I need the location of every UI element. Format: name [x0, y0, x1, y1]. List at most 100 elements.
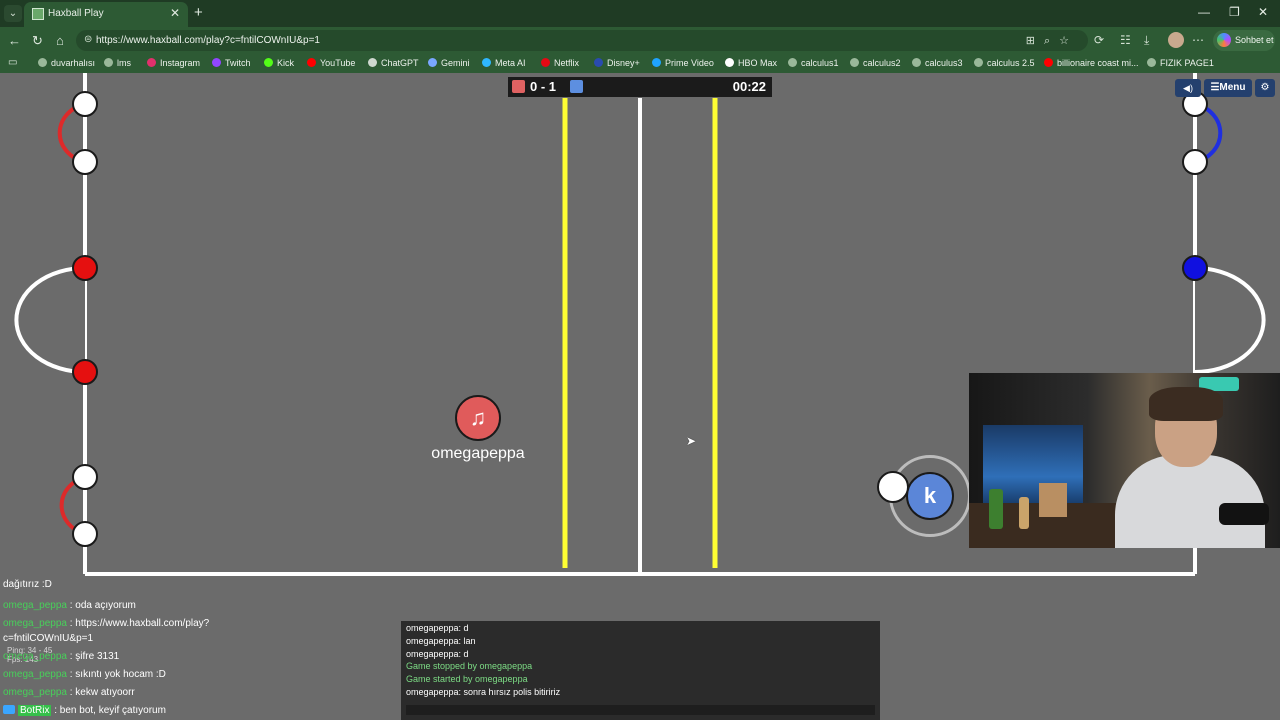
prime-video-icon — [652, 58, 661, 67]
close-tab-icon[interactable]: ✕ — [170, 6, 180, 20]
youtube-icon — [1044, 58, 1053, 67]
globe-icon — [1147, 58, 1156, 67]
tab-title: Haxball Play — [48, 8, 104, 19]
tab-haxball[interactable]: Haxball Play ✕ — [24, 2, 188, 27]
blue-player-disc: k — [906, 472, 954, 520]
post-white-1 — [72, 91, 98, 117]
chat-message: omega_peppa : kekw atıyoorr — [3, 687, 135, 698]
blue-team-icon — [570, 80, 583, 93]
post-white-2 — [72, 149, 98, 175]
maximize-icon[interactable]: ❐ — [1229, 5, 1240, 19]
red-player-disc: ♫ — [455, 395, 501, 441]
webcam-body — [1115, 455, 1265, 548]
bot-badge-icon — [3, 705, 15, 714]
webcam-microphone — [1219, 503, 1269, 525]
chat-message: BotRix : ben bot, keyif çatıyorum — [3, 705, 166, 716]
score-text: 0 - 1 — [530, 79, 557, 94]
chat-message: dağıtırız :D — [3, 579, 52, 590]
bookmark-youtube[interactable]: YouTube — [307, 58, 355, 68]
globe-icon — [850, 58, 859, 67]
settings-gear-icon[interactable]: ⚙ — [1255, 79, 1275, 97]
bookmark-disney[interactable]: Disney+ — [594, 58, 640, 68]
chat-message: omega_peppa : oda açıyorum — [3, 600, 136, 611]
kick-icon — [264, 58, 273, 67]
disney-icon — [594, 58, 603, 67]
game-chat-message: omegapeppa: lan — [406, 636, 476, 646]
more-options-icon[interactable]: ⋯ — [1192, 33, 1204, 47]
ball — [877, 471, 909, 503]
bookmark-calculus-2-5[interactable]: calculus 2.5 — [974, 58, 1035, 68]
reload-icon[interactable]: ↻ — [32, 33, 43, 49]
bookmark-calculus2[interactable]: calculus2 — [850, 58, 901, 68]
copilot-button[interactable]: Sohbet et — [1213, 30, 1275, 51]
gemini-icon — [428, 58, 437, 67]
globe-icon — [104, 58, 113, 67]
profile-avatar[interactable] — [1168, 32, 1184, 48]
back-icon[interactable]: ← — [8, 33, 21, 48]
bookmark-prime-video[interactable]: Prime Video — [652, 58, 714, 68]
game-chat-input[interactable] — [406, 705, 875, 715]
downloads-icon[interactable]: ⤓ — [1144, 33, 1149, 48]
webcam-box — [1039, 483, 1067, 517]
bookmark-twitch[interactable]: Twitch — [212, 58, 251, 68]
bookmark-duvarhalisi[interactable]: duvarhalısı — [38, 58, 95, 68]
game-chat-panel: omegapeppa: d omegapeppa: lan omegapeppa… — [401, 621, 880, 720]
bookmark-netflix[interactable]: Netflix — [541, 58, 579, 68]
globe-icon — [974, 58, 983, 67]
bookmark-kick[interactable]: Kick — [264, 58, 294, 68]
mouse-cursor-icon: ➤ — [686, 434, 697, 448]
twitch-icon — [212, 58, 221, 67]
site-info-icon[interactable]: ⊜ — [84, 34, 92, 45]
bookmark-hbo-max[interactable]: HBO Max — [725, 58, 777, 68]
url-field[interactable]: ⊜ https://www.haxball.com/play?c=fntilCO… — [76, 30, 1088, 51]
bookmark-calculus3[interactable]: calculus3 — [912, 58, 963, 68]
chatgpt-icon — [368, 58, 377, 67]
hbo-max-icon — [725, 58, 734, 67]
bookmark-calculus1[interactable]: calculus1 — [788, 58, 839, 68]
url-actions-icons[interactable]: ⊞⌕☆ — [1026, 34, 1078, 48]
webcam-hair — [1149, 387, 1223, 421]
favorites-icon[interactable]: ☷ — [1120, 33, 1131, 47]
menu-button[interactable]: ☰Menu — [1204, 79, 1252, 97]
home-icon[interactable]: ⌂ — [56, 33, 64, 48]
bookmarks-bar: ▭ duvarhalısı lms Instagram Twitch Kick … — [0, 54, 1280, 73]
globe-icon — [788, 58, 797, 67]
extensions-icon[interactable]: ⟳ — [1094, 33, 1104, 47]
chat-message: c=fntilCOWnIU&p=1 — [3, 633, 94, 644]
globe-icon — [38, 58, 47, 67]
copilot-icon — [1217, 33, 1231, 47]
game-chat-system-message: Game started by omegapeppa — [406, 674, 528, 684]
bookmark-billionaire-coast[interactable]: billionaire coast mi... — [1044, 58, 1139, 68]
bookmark-chatgpt[interactable]: ChatGPT — [368, 58, 419, 68]
minimize-icon[interactable]: — — [1198, 5, 1210, 19]
post-white-4 — [72, 521, 98, 547]
red-team-icon — [512, 80, 525, 93]
game-chat-system-message: Game stopped by omegapeppa — [406, 661, 533, 671]
red-player-name: omegapeppa — [431, 445, 525, 462]
game-chat-message: omegapeppa: sonra hırsız polis bitiririz — [406, 687, 561, 697]
match-timer: 00:22 — [732, 79, 766, 94]
netflix-icon — [541, 58, 550, 67]
bookmark-meta-ai[interactable]: Meta AI — [482, 58, 526, 68]
url-text: https://www.haxball.com/play?c=fntilCOWn… — [96, 35, 320, 46]
bookmark-gemini[interactable]: Gemini — [428, 58, 470, 68]
address-toolbar: ← ↻ ⌂ ⊜ https://www.haxball.com/play?c=f… — [0, 27, 1280, 54]
chat-message: omega_peppa : https://www.haxball.com/pl… — [3, 618, 210, 629]
post-red-1 — [72, 255, 98, 281]
meta-ai-icon — [482, 58, 491, 67]
post-white-6 — [1182, 149, 1208, 175]
post-white-3 — [72, 464, 98, 490]
sound-button[interactable]: ◀) — [1175, 79, 1201, 97]
game-controls: ◀) ☰Menu ⚙ — [1175, 79, 1275, 97]
bookmark-instagram[interactable]: Instagram — [147, 58, 200, 68]
instagram-icon — [147, 58, 156, 67]
tab-list-button[interactable]: ⌄ — [4, 5, 22, 22]
new-tab-button[interactable]: + — [194, 4, 203, 21]
chat-message: omega_peppa : sıkıntı yok hocam :D — [3, 669, 166, 680]
bookmark-lms[interactable]: lms — [104, 58, 131, 68]
left-goal-arc — [14, 266, 86, 374]
bookmark-fizik-page1[interactable]: FIZIK PAGE1 — [1147, 58, 1214, 68]
sidebar-toggle-icon[interactable]: ▭ — [8, 57, 17, 68]
window-close-icon[interactable]: ✕ — [1258, 5, 1268, 19]
tab-bar: ⌄ Haxball Play ✕ + — ❐ ✕ — [0, 0, 1280, 27]
